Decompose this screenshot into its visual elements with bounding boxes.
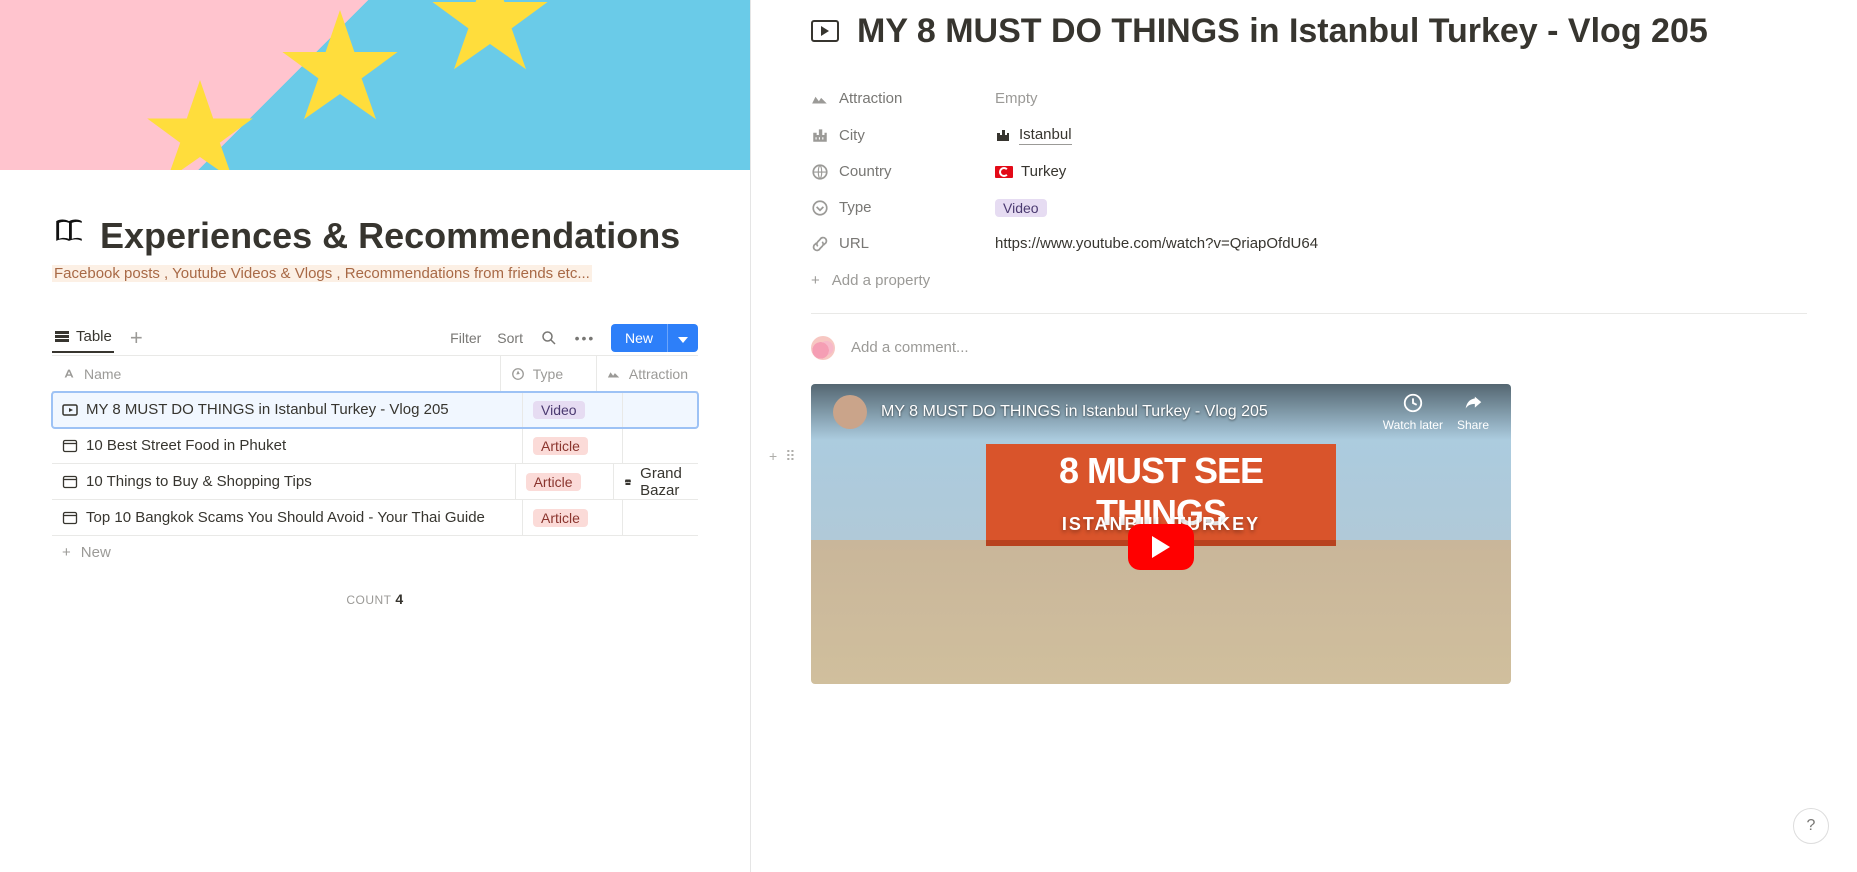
prop-city[interactable]: City Istanbul <box>811 117 1807 154</box>
add-comment-input[interactable]: Add a comment... <box>811 328 1807 384</box>
page-cover[interactable] <box>0 0 750 170</box>
new-button-caret[interactable] <box>668 324 698 352</box>
select-icon <box>811 199 829 217</box>
col-attraction[interactable]: Attraction <box>596 356 698 391</box>
city-icon <box>995 127 1011 143</box>
type-tag: Article <box>533 437 588 455</box>
prop-attraction[interactable]: Attraction Empty <box>811 81 1807 117</box>
user-avatar <box>811 336 835 360</box>
new-button[interactable]: New <box>611 324 698 352</box>
filter-button[interactable]: Filter <box>450 330 481 346</box>
type-tag: Article <box>526 473 581 491</box>
city-icon <box>811 126 829 144</box>
prop-country-value[interactable]: Turkey <box>995 163 1066 180</box>
table-row[interactable]: MY 8 MUST DO THINGS in Istanbul Turkey -… <box>52 392 698 428</box>
drag-handle-icon[interactable]: ⠿ <box>785 448 795 465</box>
channel-avatar[interactable] <box>833 395 867 429</box>
prop-city-value[interactable]: Istanbul <box>995 126 1072 145</box>
globe-icon <box>811 163 829 181</box>
help-button[interactable]: ? <box>1793 808 1829 844</box>
webpage-icon <box>62 510 78 526</box>
cover-star-icon <box>280 10 400 130</box>
link-icon <box>811 235 829 253</box>
row-name: Top 10 Bangkok Scams You Should Avoid - … <box>86 509 485 526</box>
prop-url-value[interactable]: https://www.youtube.com/watch?v=QriapOfd… <box>995 235 1318 252</box>
search-icon[interactable] <box>539 328 559 348</box>
add-view-button[interactable]: + <box>130 325 143 351</box>
prop-type[interactable]: Type Video <box>811 190 1807 226</box>
sort-button[interactable]: Sort <box>497 330 523 346</box>
youtube-title[interactable]: MY 8 MUST DO THINGS in Istanbul Turkey -… <box>881 403 1369 421</box>
page-title[interactable]: Experiences & Recommendations <box>100 215 680 257</box>
row-name: MY 8 MUST DO THINGS in Istanbul Turkey -… <box>86 401 449 418</box>
share-button[interactable]: Share <box>1457 392 1489 432</box>
row-attraction <box>622 392 698 427</box>
cover-star-icon <box>145 80 255 170</box>
divider <box>811 313 1807 314</box>
more-icon[interactable]: ••• <box>575 328 595 348</box>
youtube-embed[interactable]: MY 8 MUST DO THINGS in Istanbul Turkey -… <box>811 384 1511 684</box>
book-icon[interactable] <box>52 214 86 257</box>
detail-title[interactable]: MY 8 MUST DO THINGS in Istanbul Turkey -… <box>857 10 1708 53</box>
row-name: 10 Things to Buy & Shopping Tips <box>86 473 312 490</box>
plus-icon: + <box>811 272 820 289</box>
type-tag: Article <box>533 509 588 527</box>
watch-later-button[interactable]: Watch later <box>1383 392 1443 432</box>
prop-url[interactable]: URL https://www.youtube.com/watch?v=Qria… <box>811 226 1807 262</box>
prop-type-value[interactable]: Video <box>995 199 1047 217</box>
cover-star-icon <box>430 0 550 80</box>
row-name: 10 Best Street Food in Phuket <box>86 437 286 454</box>
database-panel: Experiences & Recommendations Facebook p… <box>0 0 751 872</box>
col-name[interactable]: Name <box>52 356 500 391</box>
new-row-button[interactable]: + New <box>52 536 698 581</box>
type-tag: Video <box>533 401 585 419</box>
view-tab-table[interactable]: Table <box>52 322 114 353</box>
table-header: Name Type Attraction <box>52 356 698 392</box>
col-type[interactable]: Type <box>500 356 596 391</box>
row-attraction <box>622 500 698 535</box>
webpage-icon <box>62 438 78 454</box>
table-row[interactable]: Top 10 Bangkok Scams You Should Avoid - … <box>52 500 698 536</box>
row-attraction: Grand Bazar <box>613 464 698 499</box>
row-attraction <box>622 428 698 463</box>
mountain-icon <box>811 90 829 108</box>
table-row[interactable]: 10 Best Street Food in Phuket Article <box>52 428 698 464</box>
plus-icon: + <box>62 544 71 561</box>
new-button-label[interactable]: New <box>611 324 668 352</box>
flag-turkey-icon <box>995 166 1013 178</box>
page-subtitle[interactable]: Facebook posts , Youtube Videos & Vlogs … <box>52 265 592 282</box>
add-property-button[interactable]: + Add a property <box>811 262 1807 299</box>
table-row[interactable]: 10 Things to Buy & Shopping Tips Article G… <box>52 464 698 500</box>
row-count: COUNT 4 <box>52 591 698 607</box>
play-icon[interactable] <box>1128 524 1194 570</box>
prop-attraction-value[interactable]: Empty <box>995 90 1038 107</box>
video-icon <box>62 402 78 418</box>
video-icon[interactable] <box>811 20 839 42</box>
detail-panel: MY 8 MUST DO THINGS in Istanbul Turkey -… <box>751 0 1857 872</box>
webpage-icon <box>62 474 78 490</box>
prop-country[interactable]: Country Turkey <box>811 154 1807 190</box>
add-block-icon[interactable]: + <box>769 448 777 465</box>
view-tab-label: Table <box>76 328 112 345</box>
